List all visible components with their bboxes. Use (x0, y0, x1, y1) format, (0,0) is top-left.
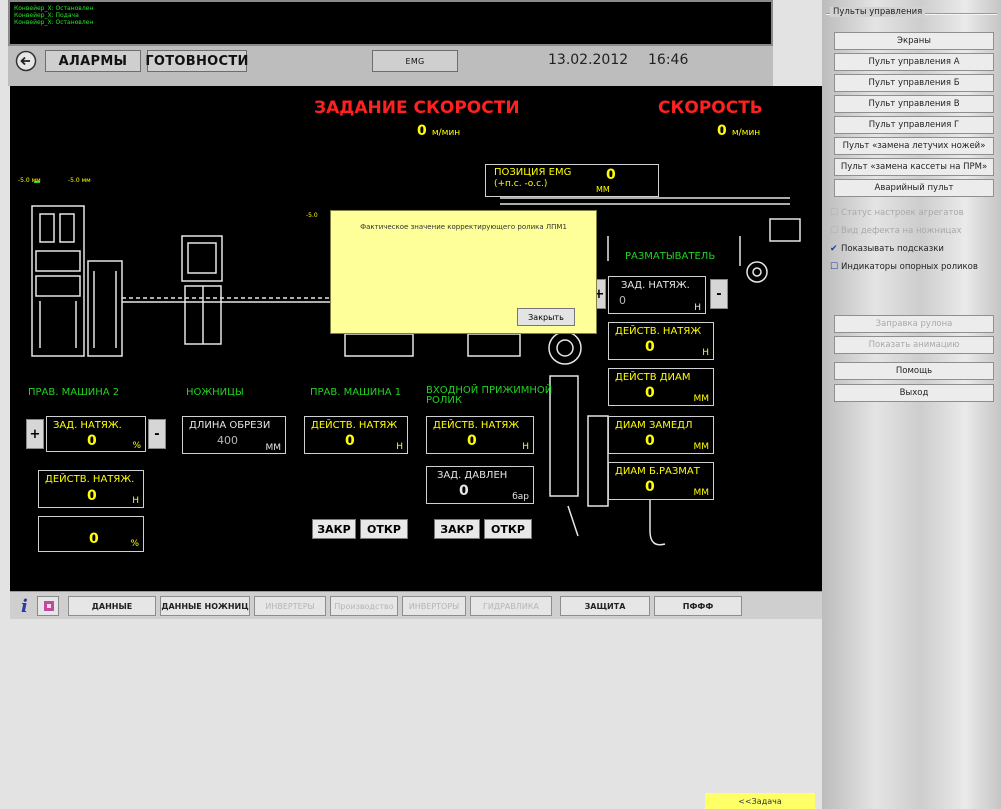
task-button[interactable]: <<Задача (705, 793, 815, 809)
percent-left: 0 % (38, 516, 144, 552)
actual-tension-left: ДЕЙСТВ. НАТЯЖ. 0 H (38, 470, 144, 508)
gauge-c: -5.0 (306, 212, 318, 219)
svg-text:i: i (21, 596, 28, 616)
set-tension-right[interactable]: ЗАД. НАТЯЖ. 0 H (608, 276, 706, 314)
emg-position-panel: ПОЗИЦИЯ EMG (+п.с. -о.с.) 0 ММ (485, 164, 659, 197)
tab-bar: i ДАННЫЕ ДАННЫЕ НОЖНИЦ ИНВЕРТЕРЫ Производст… (10, 591, 822, 619)
uncoiler-title: РАЗМАТЫВАТЕЛЬ (625, 251, 716, 262)
sidebar-checkbox-2[interactable]: ☐ Вид дефекта на ножницах (830, 226, 962, 236)
sidebar-checkbox-1[interactable]: ☐ Статус настроек агрегатов (830, 208, 964, 218)
emg-button[interactable]: EMG (372, 50, 458, 72)
sidebar-checkbox-3[interactable]: ✔ Показывать подсказки (830, 244, 944, 254)
tab-4[interactable]: Производство (330, 596, 398, 616)
tab-7[interactable]: ЗАЩИТА (560, 596, 650, 616)
close-button-2[interactable]: ЗАКР (434, 519, 480, 539)
sidebar-button-7[interactable]: Пульт «замена кассеты на ПРМ» (834, 158, 994, 176)
checkbox-icon[interactable]: ☐ (830, 262, 839, 272)
set-tension-left[interactable]: ЗАД. НАТЯЖ. 0 % (46, 416, 146, 452)
speed-actual-value: 0 м/мин (717, 123, 761, 139)
set-pressure-panel[interactable]: ЗАД. ДАВЛЕН 0 бар (426, 466, 534, 504)
message-log[interactable]: Конвейер_Х: Остановлен Конвейер_Х: Подач… (8, 0, 773, 46)
info-icon[interactable]: i (16, 596, 34, 616)
checkbox-icon[interactable]: ☐ (830, 226, 839, 236)
sidebar-button-3[interactable]: Пульт управления Б (834, 74, 994, 92)
sidebar-button-2[interactable]: Пульт управления А (834, 53, 994, 71)
sidebar-button-6[interactable]: Пульт «замена летучих ножей» (834, 137, 994, 155)
checkmark-icon[interactable]: ✔ (830, 244, 839, 254)
speed-actual-title: СКОРОСТЬ (658, 98, 763, 118)
display-icon[interactable] (37, 596, 59, 616)
tab-2[interactable]: ДАННЫЕ НОЖНИЦ (160, 596, 250, 616)
message-line: Конвейер_Х: Подача (14, 12, 79, 19)
uncoiler-minus-button[interactable]: - (710, 279, 728, 309)
checkbox-label: Показывать подсказки (841, 244, 944, 254)
tab-8[interactable]: ПФФФ (654, 596, 742, 616)
checkbox-label: Индикаторы опорных роликов (841, 262, 978, 272)
tension-minus-button[interactable]: - (148, 419, 166, 449)
tab-1[interactable]: ДАННЫЕ (68, 596, 156, 616)
ready-button[interactable]: ГОТОВНОСТИ (145, 50, 248, 72)
sidebar-lower-button-2[interactable]: Показать анимацию (834, 336, 994, 354)
message-line: Конвейер_Х: Остановлен (14, 19, 94, 26)
actual-tension-right: ДЕЙСТВ. НАТЯЖ 0 H (608, 322, 714, 360)
sidebar-lower-button-3[interactable]: Помощь (834, 362, 994, 380)
control-panel-sidebar: Пульты управления Экраны Пульт управления… (822, 0, 1001, 809)
time-display: 16:46 (648, 52, 689, 68)
shears-label: НОЖНИЦЫ (186, 387, 244, 398)
sidebar-button-1[interactable]: Экраны (834, 32, 994, 50)
checkbox-label: Вид дефекта на ножницах (841, 226, 962, 236)
leveller2-label: ПРАВ. МАШИНА 2 (28, 387, 120, 398)
message-line: Конвейер_Х: Остановлен (14, 5, 94, 12)
alarms-button[interactable]: АЛАРМЫ (45, 50, 141, 72)
actual-tension-mid: ДЕЙСТВ. НАТЯЖ 0 H (304, 416, 408, 454)
back-arrow-icon[interactable] (15, 50, 37, 72)
gauge-b: -5.0 мм (68, 177, 91, 184)
speed-setpoint-title: ЗАДАНИЕ СКОРОСТИ (314, 98, 520, 118)
tension-plus-button[interactable]: + (26, 419, 44, 449)
leveller1-label: ПРАВ. МАШИНА 1 (310, 387, 402, 398)
value-dialog: Фактическое значение корректирующего рол… (330, 210, 597, 334)
actual-diameter-panel: ДЕЙСТВ ДИАМ 0 ММ (608, 368, 714, 406)
hmi-screen: -5.0 мм -5.0 мм -5.0 ЗАДАНИЕ СКОРОСТИ 0 … (10, 86, 822, 591)
tab-3[interactable]: ИНВЕРТЕРЫ (254, 596, 326, 616)
group-title: Пульты управления (830, 7, 926, 17)
date-display: 13.02.2012 (548, 52, 629, 68)
open-button-1[interactable]: ОТКР (360, 519, 408, 539)
gauge-a: -5.0 мм (18, 177, 41, 184)
actual-tension-pinch: ДЕЙСТВ. НАТЯЖ 0 H (426, 416, 534, 454)
trim-length-panel[interactable]: ДЛИНА ОБРЕЗИ 400 ММ (182, 416, 286, 454)
close-button-1[interactable]: ЗАКР (312, 519, 356, 539)
speed-setpoint-value: 0 м/мин (417, 123, 461, 139)
sidebar-button-8[interactable]: Аварийный пульт (834, 179, 994, 197)
open-button-2[interactable]: ОТКР (484, 519, 532, 539)
checkbox-icon[interactable]: ☐ (830, 208, 839, 218)
slowdown-diameter-panel: ДИАМ ЗАМЕДЛ 0 ММ (608, 416, 714, 454)
sidebar-checkbox-4[interactable]: ☐ Индикаторы опорных роликов (830, 262, 978, 272)
sidebar-lower-button-4[interactable]: Выход (834, 384, 994, 402)
sidebar-lower-button-1[interactable]: Заправка рулона (834, 315, 994, 333)
dialog-message: Фактическое значение корректирующего рол… (360, 223, 567, 231)
sidebar-button-5[interactable]: Пульт управления Г (834, 116, 994, 134)
sidebar-button-4[interactable]: Пульт управления В (834, 95, 994, 113)
fast-uncoil-diameter-panel: ДИАМ Б.РАЗМАТ 0 ММ (608, 462, 714, 500)
tab-6[interactable]: ГИДРАВЛИКА (470, 596, 552, 616)
dialog-close-button[interactable]: Закрыть (517, 308, 575, 326)
tab-5[interactable]: ИНВЕРТОРЫ (402, 596, 466, 616)
entry-pinch-label: ВХОДНОЙ ПРИЖИМНОЙ РОЛИК (426, 385, 553, 406)
checkbox-label: Статус настроек агрегатов (841, 208, 964, 218)
